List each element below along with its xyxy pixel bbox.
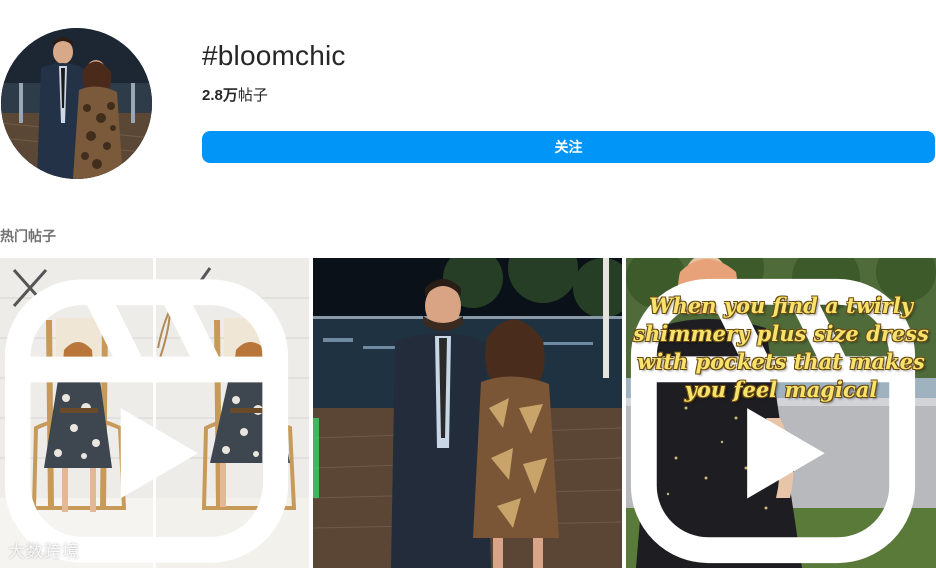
hashtag-avatar bbox=[1, 28, 152, 179]
reel-icon bbox=[4, 279, 289, 563]
hashtag-title: #bloomchic bbox=[202, 40, 346, 71]
top-posts-heading: 热门帖子 bbox=[0, 228, 56, 244]
post-image-2 bbox=[313, 258, 622, 568]
post-count: 2.8万帖子 bbox=[202, 84, 268, 105]
post-tile-2[interactable] bbox=[313, 258, 622, 568]
follow-button[interactable]: 关注 bbox=[202, 131, 935, 163]
reel-caption: When you find a twirly shimmery plus siz… bbox=[633, 293, 929, 402]
avatar-photo bbox=[1, 28, 152, 179]
post-count-suffix: 帖子 bbox=[237, 87, 268, 104]
post-count-number: 2.8万 bbox=[202, 87, 238, 104]
post-grid: 大数跨境 When you find a twirly shimmery plu… bbox=[0, 258, 936, 568]
post-tile-1[interactable]: 大数跨境 bbox=[0, 258, 309, 568]
watermark-text: 大数跨境 bbox=[8, 542, 80, 562]
post-tile-3[interactable]: When you find a twirly shimmery plus siz… bbox=[626, 258, 936, 568]
